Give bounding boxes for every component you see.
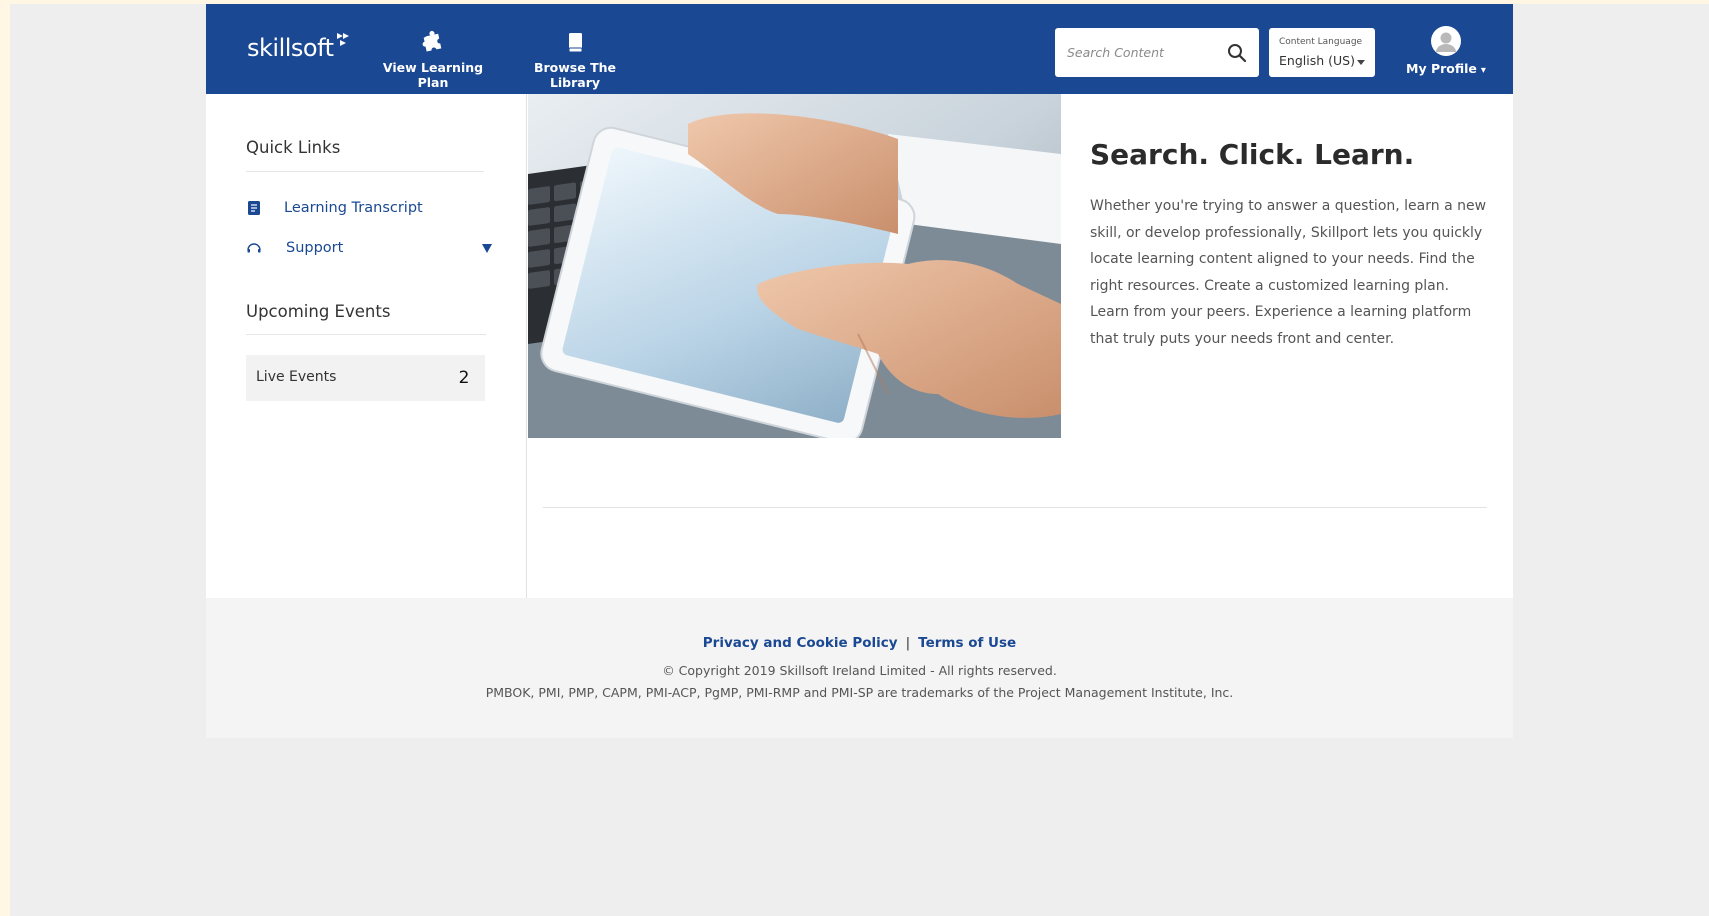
live-events-item[interactable]: Live Events 2 [246, 355, 485, 401]
logo-arrows-icon [336, 33, 349, 46]
link-support[interactable]: Support [246, 240, 343, 256]
footer-links: Privacy and Cookie Policy | Terms of Use [206, 635, 1513, 651]
trademark-text: PMBOK, PMI, PMP, CAPM, PMI-ACP, PgMP, PM… [485, 685, 1234, 700]
link-label: Support [286, 240, 344, 256]
privacy-policy-link[interactable]: Privacy and Cookie Policy [703, 635, 898, 651]
search-input[interactable] [1067, 42, 1217, 62]
profile-label: My Profile [1406, 61, 1477, 76]
live-events-count-badge: 2 [443, 355, 485, 401]
hero-tablet-image [528, 94, 1061, 438]
language-caption: Content Language [1279, 37, 1363, 47]
book-icon [568, 33, 583, 53]
nav-label: View Learning Plan [382, 60, 484, 90]
link-label: Learning Transcript [284, 200, 423, 216]
chevron-down-icon [1357, 60, 1365, 65]
profile-caret-icon: ▾ [1480, 65, 1486, 76]
main-content: Quick Links Learning Transcript Support [206, 94, 1513, 598]
nav-browse-library[interactable]: Browse The Library [513, 30, 637, 90]
hero-title: Search. Click. Learn. [1090, 138, 1415, 171]
headset-icon [247, 243, 261, 253]
content-language-select[interactable]: Content Language English (US) [1269, 28, 1375, 77]
nav-view-learning-plan[interactable]: View Learning Plan [373, 30, 493, 90]
search-icon[interactable] [1227, 43, 1247, 63]
support-expand-icon[interactable] [482, 244, 492, 253]
quick-links-divider [246, 171, 484, 172]
sidebar: Quick Links Learning Transcript Support [206, 94, 527, 598]
content-divider [543, 507, 1487, 508]
hero-description: Whether you're trying to answer a questi… [1090, 198, 1487, 347]
puzzle-icon [422, 31, 442, 52]
top-navigation-bar: skillsoft View Learning Plan Browse The … [206, 4, 1513, 94]
logo-text: skillsoft [247, 34, 334, 62]
upcoming-events-title: Upcoming Events [246, 302, 391, 321]
copyright-text: © Copyright 2019 Skillsoft Ireland Limit… [662, 663, 1057, 678]
live-events-label: Live Events [256, 369, 337, 385]
hero-text-block: Search. Click. Learn. Whether you're try… [1090, 138, 1490, 352]
footer: Privacy and Cookie Policy | Terms of Use ©… [206, 598, 1513, 738]
nav-label: Browse The Library [533, 60, 616, 90]
quick-links-title: Quick Links [246, 138, 341, 157]
language-value: English (US) [1279, 53, 1355, 68]
transcript-icon [248, 201, 260, 215]
terms-of-use-link[interactable]: Terms of Use [918, 635, 1016, 651]
avatar-icon [1431, 26, 1461, 56]
skillsoft-logo[interactable]: skillsoft [247, 33, 352, 62]
link-learning-transcript[interactable]: Learning Transcript [246, 200, 423, 216]
upcoming-events-divider [246, 334, 486, 335]
footer-separator: | [905, 635, 911, 651]
app-container: skillsoft View Learning Plan Browse The … [206, 4, 1513, 738]
my-profile-menu[interactable]: My Profile ▾ [1396, 26, 1496, 78]
search-box [1055, 28, 1259, 77]
